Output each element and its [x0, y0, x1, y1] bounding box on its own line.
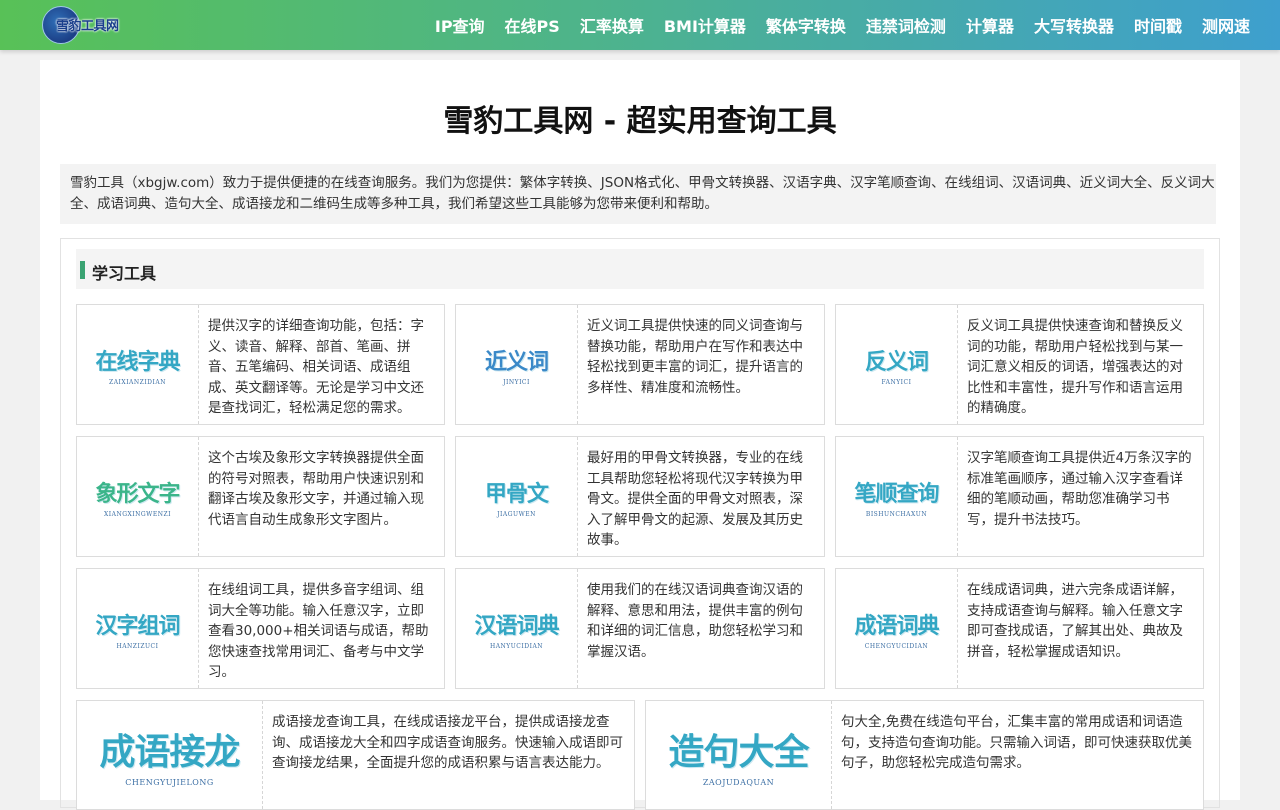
card-description: 近义词工具提供快速的同义词查询与替换功能，帮助用户在写作和表达中轻松找到更丰富的… [587, 318, 803, 396]
card-logo-text: 笔顺查询 [854, 481, 939, 507]
intro-text: 雪豹工具（xbgjw.com）致力于提供便捷的在线查询服务。我们为您提供：繁体字… [60, 164, 1216, 224]
card-logo-text: 在线字典 [95, 349, 180, 375]
nav-item-speed-test[interactable]: 测网速 [1202, 13, 1250, 37]
card-logo-pinyin: CHENGYUCIDIAN [864, 642, 929, 650]
card-logo: 反义词 FANYICI [836, 305, 958, 424]
tool-card-sentence-making[interactable]: 造句大全 ZAOJUDAQUAN 句大全,免费在线造句平台，汇集丰富的常用成语和… [645, 700, 1204, 810]
card-logo-pinyin: XIANGXINGWENZI [103, 510, 172, 518]
card-logo-pinyin: HANYUCIDIAN [489, 642, 544, 650]
card-logo-text: 成语词典 [854, 613, 939, 639]
nav-item-ip-query[interactable]: IP查询 [435, 13, 485, 37]
main-nav: IP查询 在线PS 汇率换算 BMI计算器 繁体字转换 违禁词检测 计算器 大写… [415, 0, 1250, 50]
nav-item-calculator[interactable]: 计算器 [966, 13, 1014, 37]
card-logo-text: 象形文字 [95, 481, 180, 507]
card-logo-pinyin: FANYICI [881, 378, 912, 386]
card-description: 最好用的甲骨文转换器，专业的在线工具帮助您轻松将现代汉字转换为甲骨文。提供全面的… [587, 450, 803, 548]
card-logo: 笔顺查询 BISHUNCHAXUN [836, 437, 958, 556]
tool-card-oracle-bone[interactable]: 甲骨文 JIAGUWEN 最好用的甲骨文转换器，专业的在线工具帮助您轻松将现代汉… [455, 436, 825, 557]
card-description: 使用我们的在线汉语词典查询汉语的解释、意思和用法，提供丰富的例句和详细的词汇信息… [587, 582, 803, 660]
nav-item-banned-words[interactable]: 违禁词检测 [866, 13, 946, 37]
tool-card-idiom-dictionary[interactable]: 成语词典 CHENGYUCIDIAN 在线成语词典，进六完条成语详解，支持成语查… [835, 568, 1204, 689]
card-description: 成语接龙查询工具，在线成语接龙平台，提供成语接龙查询、成语接龙大全和四字成语查询… [272, 714, 623, 771]
card-logo-text: 成语接龙 [99, 732, 240, 773]
card-logo: 成语接龙 CHENGYUJIELONG [77, 701, 263, 809]
top-navigation-bar: 雪豹工具网 IP查询 在线PS 汇率换算 BMI计算器 繁体字转换 违禁词检测 … [0, 0, 1280, 50]
tool-card-online-dictionary[interactable]: 在线字典 ZAIXIANZIDIAN 提供汉字的详细查询功能，包括：字义、读音、… [76, 304, 445, 425]
card-description: 在线成语词典，进六完条成语详解，支持成语查询与解释。输入任意文字即可查找成语，了… [967, 582, 1183, 660]
card-logo-pinyin: BISHUNCHAXUN [865, 510, 928, 518]
card-logo: 汉语词典 HANYUCIDIAN [456, 569, 578, 688]
tool-card-antonyms[interactable]: 反义词 FANYICI 反义词工具提供快速查询和替换反义词的功能，帮助用户轻松找… [835, 304, 1204, 425]
tool-card-stroke-order[interactable]: 笔顺查询 BISHUNCHAXUN 汉字笔顺查询工具提供近4万条汉字的标准笔画顺… [835, 436, 1204, 557]
learning-tools-section: 学习工具 在线字典 ZAIXIANZIDIAN 提供汉字的详细查询功能，包括：字… [60, 238, 1220, 810]
card-logo: 造句大全 ZAOJUDAQUAN [646, 701, 832, 809]
card-logo: 近义词 JINYICI [456, 305, 578, 424]
card-logo-pinyin: ZAIXIANZIDIAN [109, 378, 166, 386]
tool-card-chinese-dictionary[interactable]: 汉语词典 HANYUCIDIAN 使用我们的在线汉语词典查询汉语的解释、意思和用… [455, 568, 825, 689]
card-logo: 甲骨文 JIAGUWEN [456, 437, 578, 556]
tool-card-synonyms[interactable]: 近义词 JINYICI 近义词工具提供快速的同义词查询与替换功能，帮助用户在写作… [455, 304, 825, 425]
card-logo: 成语词典 CHENGYUCIDIAN [836, 569, 958, 688]
card-logo-pinyin: ZAOJUDAQUAN [702, 778, 775, 787]
nav-item-exchange-rate[interactable]: 汇率换算 [580, 13, 644, 37]
section-title: 学习工具 [92, 264, 157, 283]
section-header: 学习工具 [76, 249, 1204, 289]
card-logo-pinyin: CHENGYUJIELONG [125, 778, 214, 787]
site-logo[interactable]: 雪豹工具网 [42, 6, 126, 44]
card-logo: 在线字典 ZAIXIANZIDIAN [77, 305, 199, 424]
card-description: 反义词工具提供快速查询和替换反义词的功能，帮助用户轻松找到与某一词汇意义相反的词… [967, 318, 1183, 416]
card-logo-text: 汉语词典 [474, 613, 559, 639]
card-logo-pinyin: JINYICI [503, 378, 530, 386]
nav-item-timestamp[interactable]: 时间戳 [1134, 13, 1182, 37]
card-logo-text: 近义词 [484, 349, 549, 375]
nav-item-traditional-chinese[interactable]: 繁体字转换 [766, 13, 846, 37]
card-description: 这个古埃及象形文字转换器提供全面的符号对照表，帮助用户快速识别和翻译古埃及象形文… [208, 450, 424, 528]
card-logo: 象形文字 XIANGXINGWENZI [77, 437, 199, 556]
card-description: 提供汉字的详细查询功能，包括：字义、读音、解释、部首、笔画、拼音、五笔编码、相关… [208, 318, 424, 416]
card-logo-text: 造句大全 [668, 732, 809, 773]
tool-card-idiom-chain[interactable]: 成语接龙 CHENGYUJIELONG 成语接龙查询工具，在线成语接龙平台，提供… [76, 700, 635, 810]
card-description: 句大全,免费在线造句平台，汇集丰富的常用成语和词语造句，支持造句查询功能。只需输… [841, 714, 1192, 771]
logo-text: 雪豹工具网 [56, 19, 119, 34]
page-title: 雪豹工具网 - 超实用查询工具 [443, 104, 837, 139]
card-logo-text: 甲骨文 [484, 481, 549, 507]
card-logo-pinyin: HANZIZUCI [116, 642, 159, 650]
nav-item-online-ps[interactable]: 在线PS [505, 13, 560, 37]
main-panel: 雪豹工具网 - 超实用查询工具 雪豹工具（xbgjw.com）致力于提供便捷的在… [40, 60, 1240, 810]
section-marker [80, 261, 85, 279]
card-logo: 汉字组词 HANZIZUCI [77, 569, 199, 688]
nav-item-bmi-calculator[interactable]: BMI计算器 [664, 13, 746, 37]
card-description: 汉字笔顺查询工具提供近4万条汉字的标准笔画顺序，通过输入汉字查看详细的笔顺动画，… [967, 450, 1192, 528]
card-logo-text: 反义词 [864, 349, 929, 375]
card-logo-pinyin: JIAGUWEN [497, 510, 536, 518]
tool-card-word-formation[interactable]: 汉字组词 HANZIZUCI 在线组词工具，提供多音字组词、组词大全等功能。输入… [76, 568, 445, 689]
card-description: 在线组词工具，提供多音字组词、组词大全等功能。输入任意汉字，立即查看30,000… [208, 582, 429, 680]
card-logo-text: 汉字组词 [95, 613, 180, 639]
tool-card-hieroglyphs[interactable]: 象形文字 XIANGXINGWENZI 这个古埃及象形文字转换器提供全面的符号对… [76, 436, 445, 557]
nav-item-uppercase-converter[interactable]: 大写转换器 [1034, 13, 1114, 37]
